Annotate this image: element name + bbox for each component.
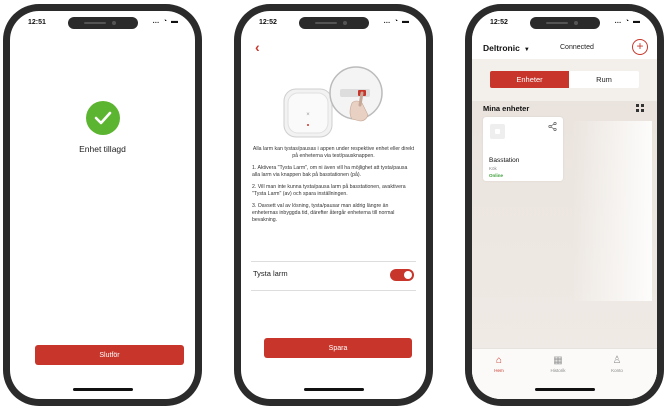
section-title: Mina enheter (483, 104, 530, 113)
divider (251, 261, 416, 262)
silence-alarm-row: Tysta larm (253, 269, 414, 283)
svg-text:×: × (306, 112, 310, 118)
back-chevron-icon[interactable]: ‹ (255, 39, 260, 55)
history-icon: ▦ (553, 355, 563, 366)
nav-home-label: Hem (494, 368, 504, 373)
base-station-illustration: × (283, 66, 383, 138)
home-icon: ⌂ (495, 355, 503, 366)
home-indicator (534, 388, 595, 391)
share-icon[interactable] (548, 121, 557, 133)
status-icons: … ◔ ▬ (383, 18, 410, 25)
divider (251, 290, 416, 291)
tab-devices[interactable]: Enheter (490, 71, 569, 88)
phone-my-devices: 12:52 … ◔ ▬ Deltronic ▼ Connected + Enhet… (465, 4, 664, 406)
silence-alarm-toggle[interactable] (390, 269, 414, 281)
app-header: Deltronic ▼ Connected + (472, 33, 657, 59)
bottom-navigation: ⌂ Hem ▦ Historik ♙ Konto (472, 348, 657, 399)
nav-history-label: Historik (550, 368, 566, 373)
nav-account[interactable]: ♙ Konto (592, 355, 642, 373)
notch (67, 17, 138, 29)
step-2: 2. Vill man inte kunna tysta/pausa larm … (252, 184, 406, 197)
intro-paragraph: Alla larm kan tystas/pausas i appen unde… (252, 146, 415, 159)
brand-name: Deltronic (483, 43, 520, 53)
status-time: 12:52 (259, 19, 277, 26)
device-thumbnail (490, 124, 505, 139)
home-indicator (303, 388, 364, 391)
step-1: 1. Aktivera "Tysta Larm", om ni även vil… (252, 165, 408, 178)
status-icons: … ◔ ▬ (614, 18, 641, 25)
nav-home[interactable]: ⌂ Hem (474, 355, 524, 373)
connection-status: Connected (560, 44, 594, 51)
instructions-text: Alla larm kan tystas/pausas i appen unde… (252, 146, 415, 229)
nav-history[interactable]: ▦ Historik (533, 355, 583, 373)
checkmark-icon (85, 101, 120, 135)
add-device-button[interactable]: + (632, 39, 648, 55)
account-icon: ♙ (612, 355, 622, 366)
nav-account-label: Konto (611, 368, 623, 373)
location-selector[interactable]: Deltronic ▼ (483, 43, 530, 53)
status-time: 12:51 (28, 19, 46, 26)
status-icons: … ◔ ▬ (152, 18, 179, 25)
notch (529, 17, 600, 29)
phone-silence-settings: 12:52 … ◔ ▬ ‹ × Alla larm kan tystas/pau… (234, 4, 433, 406)
screen: 12:52 … ◔ ▬ Deltronic ▼ Connected + Enhet… (472, 11, 657, 399)
background-light (572, 121, 652, 301)
caret-down-icon: ▼ (523, 47, 530, 53)
success-message: Enhet tillagd (79, 144, 126, 154)
device-status: Online (489, 173, 504, 178)
grid-view-icon[interactable] (636, 104, 644, 112)
status-time: 12:52 (490, 19, 508, 26)
notch (298, 17, 369, 29)
screen: 12:51 … ◔ ▬ Enhet tillagd Slutför (10, 11, 195, 399)
save-button[interactable]: Spara (264, 338, 412, 358)
device-name: Basstation (489, 157, 520, 164)
phone-device-added: 12:51 … ◔ ▬ Enhet tillagd Slutför (3, 4, 202, 406)
step-3: 3. Oavsett val av lösning, tysta/pausar … (252, 203, 395, 223)
finish-button[interactable]: Slutför (35, 345, 184, 365)
device-room: Kök (489, 166, 497, 171)
tab-rooms[interactable]: Rum (569, 71, 639, 88)
home-indicator (72, 388, 133, 391)
toggle-label: Tysta larm (253, 269, 288, 278)
screen: 12:52 … ◔ ▬ ‹ × Alla larm kan tystas/pau… (241, 11, 426, 399)
device-card[interactable]: Basstation Kök Online (483, 117, 563, 181)
